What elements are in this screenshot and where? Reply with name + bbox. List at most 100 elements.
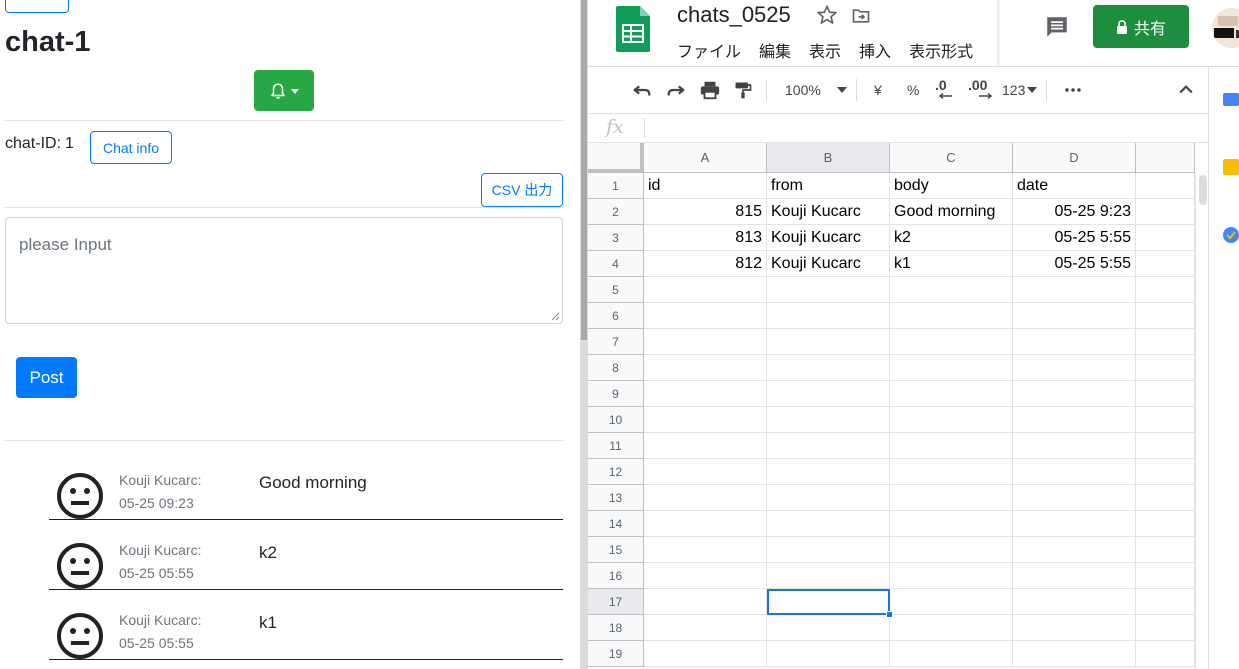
grid-cell[interactable] xyxy=(1136,485,1195,511)
grid-cell[interactable] xyxy=(1013,537,1136,563)
fill-handle[interactable] xyxy=(886,611,893,618)
scrollbar-thumb[interactable] xyxy=(581,0,587,340)
row-header[interactable]: 6 xyxy=(588,303,644,329)
grid-cell[interactable] xyxy=(890,459,1013,485)
grid-cell[interactable] xyxy=(644,355,767,381)
print-icon[interactable] xyxy=(699,79,721,101)
grid-cell[interactable] xyxy=(1136,433,1195,459)
grid-cell[interactable] xyxy=(1013,459,1136,485)
grid-cell[interactable] xyxy=(644,329,767,355)
grid-cell[interactable] xyxy=(1013,303,1136,329)
grid-cell[interactable] xyxy=(1013,355,1136,381)
formula-bar[interactable]: fx xyxy=(588,113,1208,143)
more-formats-select[interactable]: 123 xyxy=(1002,79,1038,101)
grid-cell[interactable] xyxy=(1136,511,1195,537)
grid-cell[interactable] xyxy=(644,277,767,303)
grid-cell[interactable]: 815 xyxy=(644,199,767,225)
more-options-icon[interactable] xyxy=(1064,79,1082,101)
grid-cell[interactable]: 05-25 5:55 xyxy=(1013,225,1136,251)
grid-cell[interactable] xyxy=(767,511,890,537)
grid-cell[interactable] xyxy=(644,381,767,407)
grid-cell[interactable]: from xyxy=(767,173,890,199)
grid-cell[interactable] xyxy=(890,537,1013,563)
row-header[interactable]: 12 xyxy=(588,459,644,485)
grid-cell[interactable] xyxy=(890,303,1013,329)
row-header[interactable]: 10 xyxy=(588,407,644,433)
column-header-e[interactable] xyxy=(1136,143,1195,173)
row-header[interactable]: 19 xyxy=(588,641,644,667)
grid-cell[interactable] xyxy=(644,563,767,589)
calendar-icon[interactable] xyxy=(1223,91,1239,107)
column-header-c[interactable]: C xyxy=(890,143,1013,173)
grid-cell[interactable] xyxy=(767,277,890,303)
move-to-folder-icon[interactable] xyxy=(851,6,871,26)
menu-insert[interactable]: 挿入 xyxy=(859,38,891,62)
increase-decimal-button[interactable]: .00 xyxy=(968,77,992,103)
grid-cell[interactable] xyxy=(644,615,767,641)
grid-cell[interactable] xyxy=(1136,199,1195,225)
zoom-select[interactable]: 100% xyxy=(785,79,847,101)
grid-cell[interactable] xyxy=(767,407,890,433)
row-header[interactable]: 8 xyxy=(588,355,644,381)
grid-cell[interactable] xyxy=(1136,459,1195,485)
grid-vertical-scrollbar[interactable] xyxy=(1195,173,1208,669)
menu-edit[interactable]: 編集 xyxy=(759,38,791,62)
row-header[interactable]: 3 xyxy=(588,225,644,251)
grid-cell[interactable] xyxy=(1013,511,1136,537)
sheets-logo-icon[interactable] xyxy=(616,6,650,52)
grid-cell[interactable] xyxy=(644,407,767,433)
grid-cell[interactable] xyxy=(767,641,890,667)
grid-cell[interactable] xyxy=(767,459,890,485)
grid-cell[interactable] xyxy=(1013,641,1136,667)
row-header[interactable]: 16 xyxy=(588,563,644,589)
grid-cell[interactable] xyxy=(890,615,1013,641)
grid-cell[interactable]: date xyxy=(1013,173,1136,199)
grid-cell[interactable] xyxy=(1013,433,1136,459)
share-button[interactable]: 共有 xyxy=(1093,5,1189,48)
grid-cell[interactable] xyxy=(767,537,890,563)
grid-cell[interactable] xyxy=(890,641,1013,667)
grid-cell[interactable] xyxy=(644,511,767,537)
row-header[interactable]: 7 xyxy=(588,329,644,355)
column-header-d[interactable]: D xyxy=(1013,143,1136,173)
grid-cell[interactable] xyxy=(1136,173,1195,199)
column-header-a[interactable]: A xyxy=(644,143,767,173)
decrease-decimal-button[interactable]: .0 xyxy=(935,77,953,103)
grid-cell[interactable] xyxy=(890,433,1013,459)
grid-cell[interactable] xyxy=(1013,277,1136,303)
select-all-corner[interactable] xyxy=(588,143,644,173)
grid-cell[interactable]: 812 xyxy=(644,251,767,277)
grid-scrollbar-thumb[interactable] xyxy=(1199,175,1207,205)
grid-cell[interactable] xyxy=(767,563,890,589)
grid-cell[interactable] xyxy=(1136,355,1195,381)
grid-cell[interactable]: Good morning xyxy=(890,199,1013,225)
grid-cell[interactable] xyxy=(767,329,890,355)
grid-cell[interactable]: body xyxy=(890,173,1013,199)
tasks-icon[interactable] xyxy=(1223,227,1239,243)
row-header[interactable]: 9 xyxy=(588,381,644,407)
grid-cell[interactable] xyxy=(890,589,1013,615)
csv-export-button[interactable]: CSV 出力 xyxy=(481,173,563,207)
row-header[interactable]: 2 xyxy=(588,199,644,225)
grid-cell[interactable] xyxy=(1013,485,1136,511)
grid-cell[interactable]: Kouji Kucarc xyxy=(767,251,890,277)
grid-cell[interactable] xyxy=(1136,225,1195,251)
grid-cell[interactable] xyxy=(890,381,1013,407)
grid-cell[interactable] xyxy=(644,537,767,563)
grid-cell[interactable] xyxy=(644,641,767,667)
grid-cell[interactable] xyxy=(1136,641,1195,667)
grid-cell[interactable] xyxy=(890,511,1013,537)
keep-icon[interactable] xyxy=(1223,159,1239,175)
grid-cell[interactable] xyxy=(1136,277,1195,303)
grid-cell[interactable] xyxy=(767,303,890,329)
currency-format-button[interactable]: ¥ xyxy=(874,79,882,101)
grid-cell[interactable]: id xyxy=(644,173,767,199)
grid-cell[interactable] xyxy=(890,485,1013,511)
grid-cell[interactable]: k1 xyxy=(890,251,1013,277)
row-header[interactable]: 14 xyxy=(588,511,644,537)
grid-cell[interactable] xyxy=(890,277,1013,303)
grid-cell[interactable] xyxy=(1013,381,1136,407)
grid-cell[interactable] xyxy=(1013,563,1136,589)
grid-cell[interactable] xyxy=(1013,589,1136,615)
percent-format-button[interactable]: % xyxy=(907,79,919,101)
